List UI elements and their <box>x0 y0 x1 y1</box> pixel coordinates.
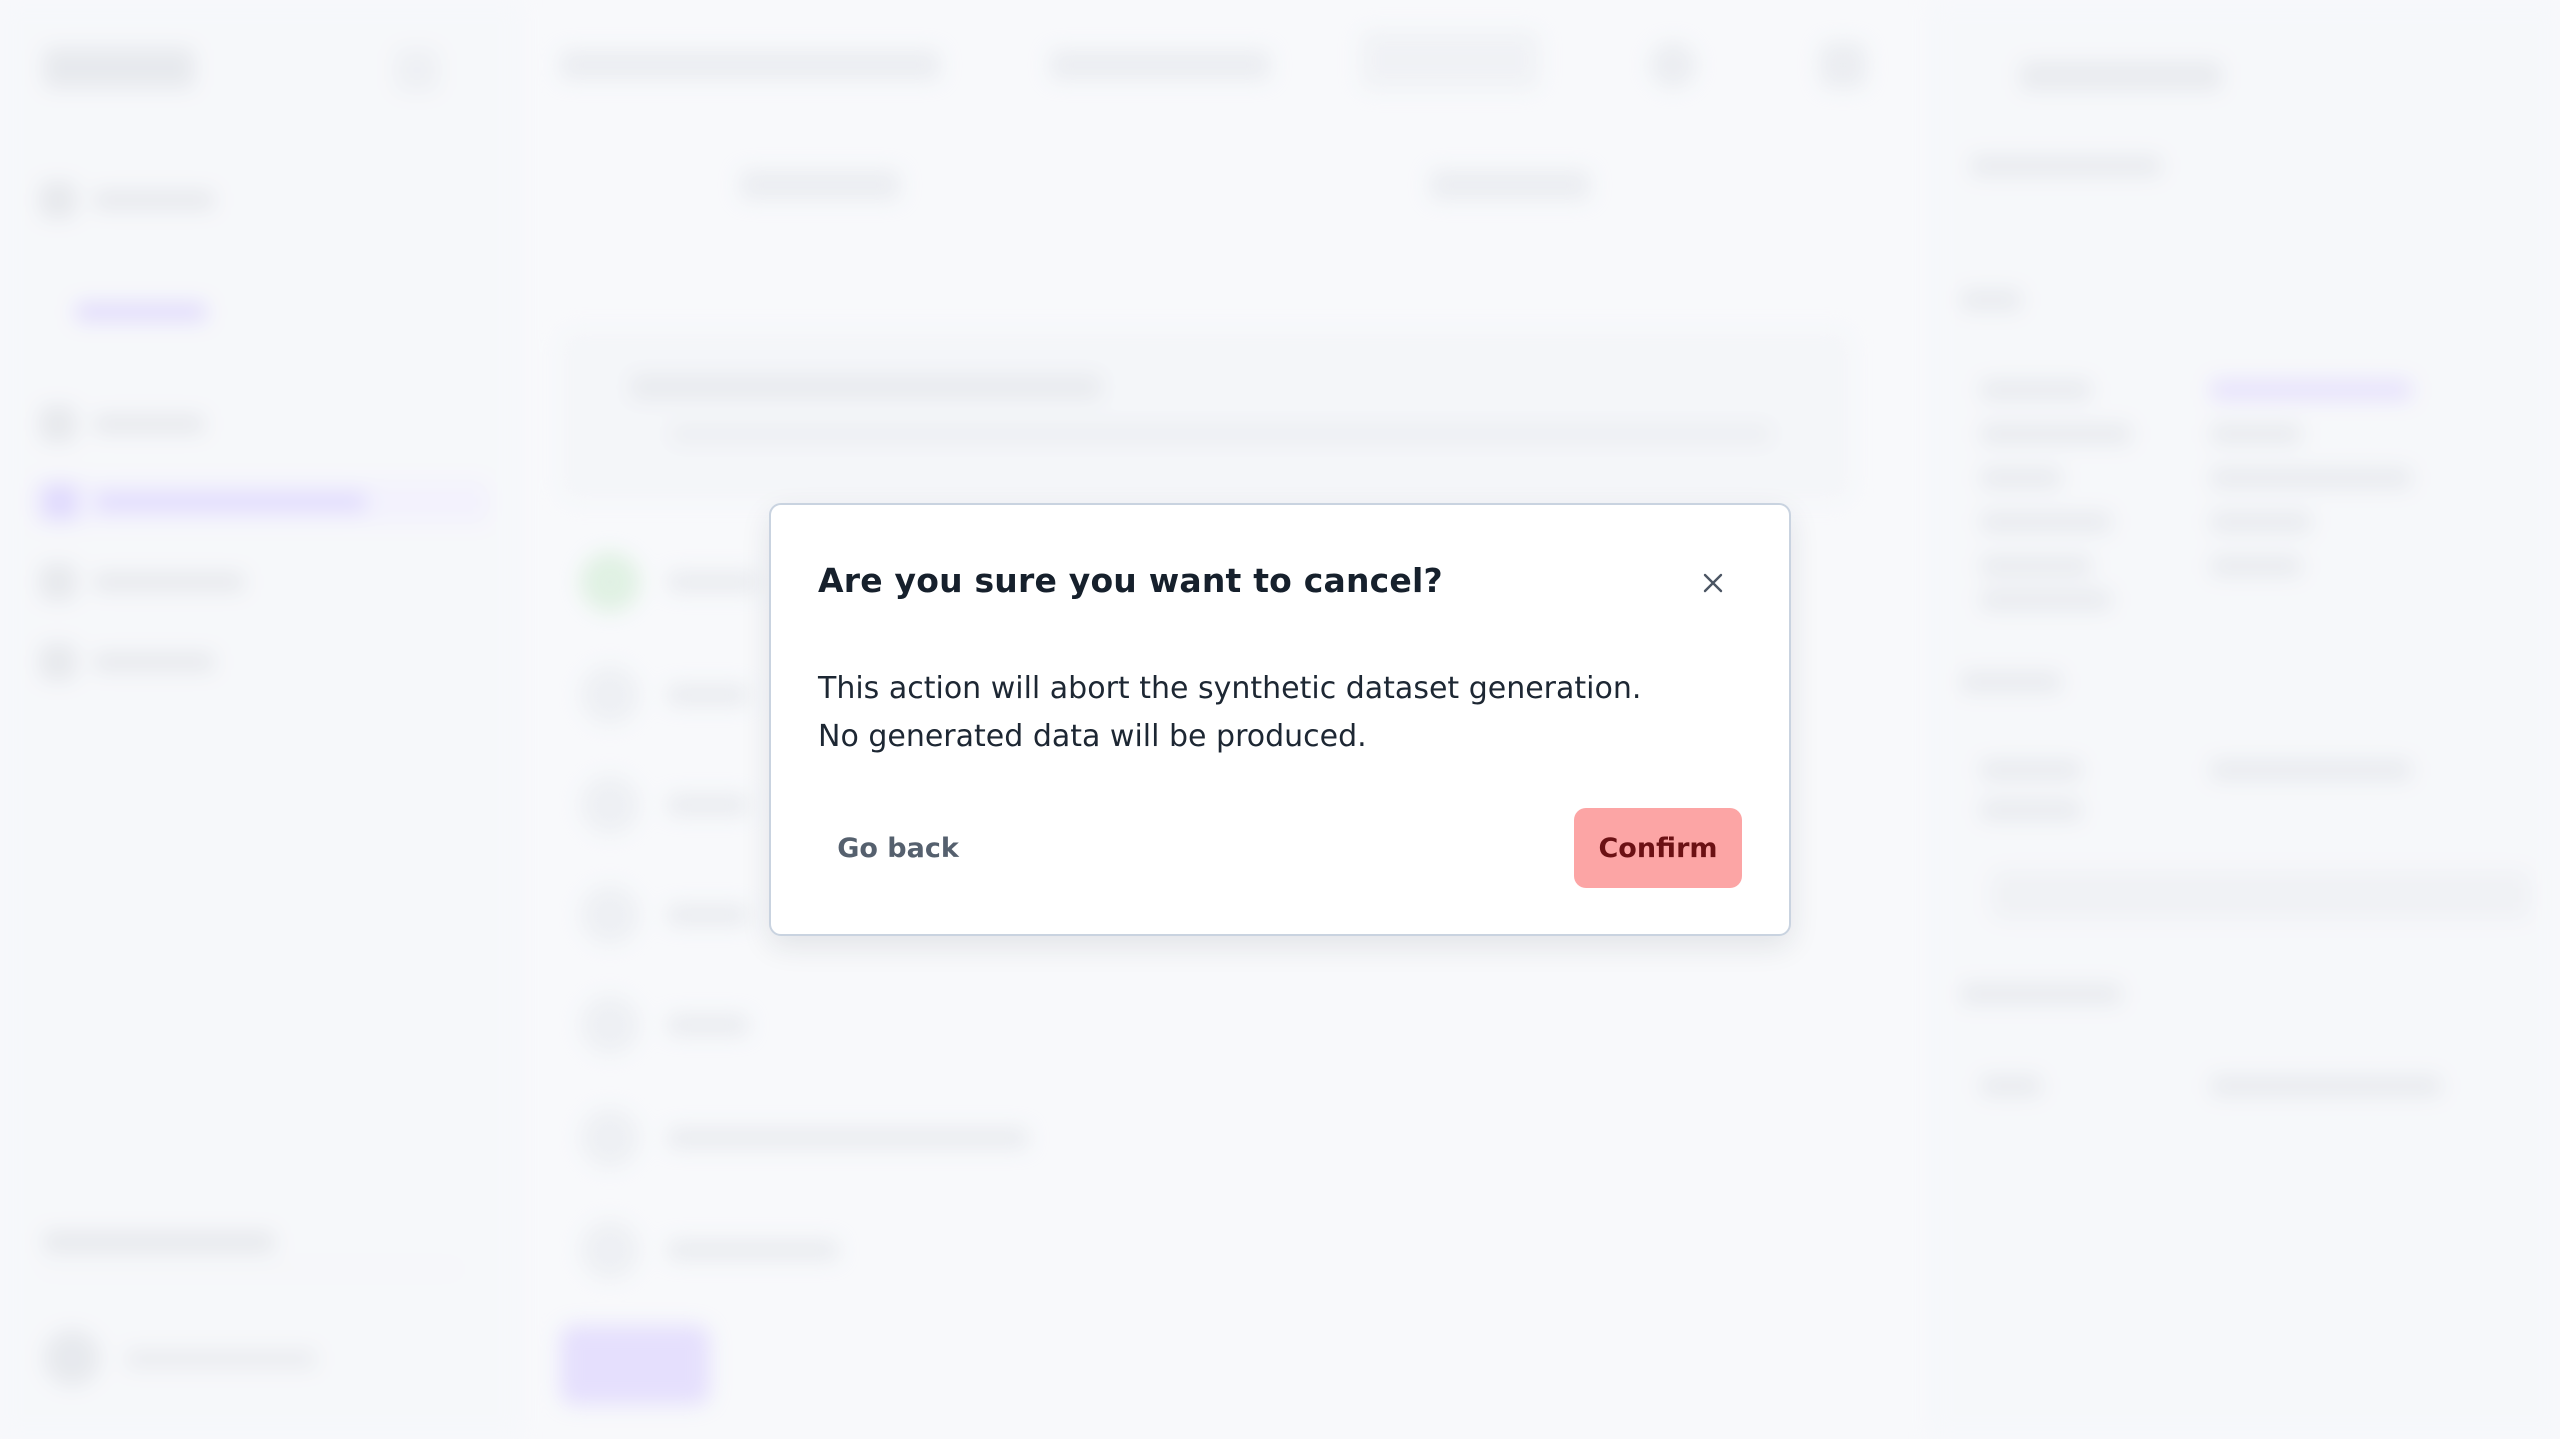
dialog-title: Are you sure you want to cancel? <box>818 561 1443 600</box>
app-screen: Are you sure you want to cancel? This ac… <box>0 0 2560 1439</box>
go-back-button[interactable]: Go back <box>818 808 978 888</box>
cancel-confirmation-dialog: Are you sure you want to cancel? This ac… <box>769 503 1791 936</box>
close-icon <box>1703 573 1723 593</box>
close-button[interactable] <box>1691 561 1735 605</box>
dialog-message: This action will abort the synthetic dat… <box>818 671 1642 754</box>
confirm-button[interactable]: Confirm <box>1574 808 1742 888</box>
